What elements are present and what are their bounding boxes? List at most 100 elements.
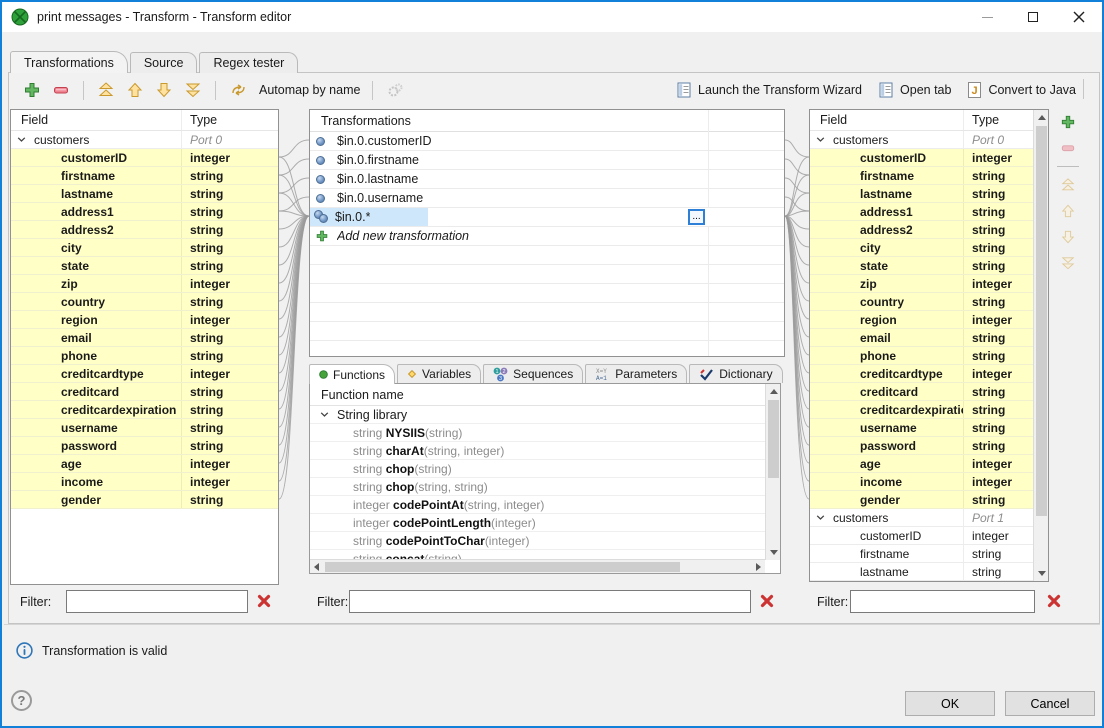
- scroll-down-button[interactable]: [1034, 566, 1049, 581]
- move-up-button[interactable]: [125, 80, 145, 100]
- type-column-header[interactable]: Type: [963, 110, 1034, 130]
- scrollbar-thumb[interactable]: [325, 562, 680, 572]
- field-row[interactable]: countrystring: [810, 293, 1034, 311]
- function-row[interactable]: string chop(string): [310, 460, 765, 478]
- automap-label[interactable]: Automap by name: [259, 83, 360, 97]
- field-row[interactable]: passwordstring: [11, 437, 278, 455]
- field-row[interactable]: lastnamestring: [810, 563, 1034, 581]
- scroll-up-button[interactable]: [1034, 110, 1049, 125]
- remove-field-button[interactable]: [1055, 135, 1081, 161]
- function-row[interactable]: integer codePointLength(integer): [310, 514, 765, 532]
- minimize-button[interactable]: [964, 2, 1010, 32]
- add-transformation-button[interactable]: [22, 80, 42, 100]
- field-column-header[interactable]: Field: [11, 110, 181, 130]
- function-group-row[interactable]: String library: [310, 406, 765, 424]
- field-row[interactable]: customerIDinteger: [810, 527, 1034, 545]
- move-top-button[interactable]: [96, 80, 116, 100]
- scrollbar-thumb[interactable]: [768, 400, 779, 478]
- functions-filter-field[interactable]: [349, 590, 751, 613]
- field-row[interactable]: creditcardexpirationstring: [810, 401, 1034, 419]
- tab-parameters[interactable]: X=Y A=1 Parameters: [585, 364, 687, 383]
- clear-filter-button[interactable]: [758, 592, 776, 610]
- automap-button[interactable]: [228, 80, 248, 100]
- edit-mapping-button[interactable]: ...: [688, 209, 705, 225]
- field-row[interactable]: phonestring: [810, 347, 1034, 365]
- input-filter-field[interactable]: [66, 590, 248, 613]
- field-row[interactable]: statestring: [11, 257, 278, 275]
- tab-source[interactable]: Source: [130, 52, 198, 73]
- field-row[interactable]: usernamestring: [810, 419, 1034, 437]
- maximize-button[interactable]: [1010, 2, 1056, 32]
- help-button[interactable]: ?: [11, 690, 32, 711]
- field-group-row[interactable]: customersPort 0: [11, 131, 278, 149]
- move-field-top-button[interactable]: [1055, 172, 1081, 198]
- field-row[interactable]: genderstring: [810, 491, 1034, 509]
- settings-button[interactable]: [385, 80, 405, 100]
- field-row[interactable]: creditcardstring: [810, 383, 1034, 401]
- tab-sequences[interactable]: 1 2 3 Sequences: [483, 364, 583, 383]
- close-button[interactable]: [1056, 2, 1102, 32]
- field-row[interactable]: creditcardstring: [11, 383, 278, 401]
- field-row[interactable]: incomeinteger: [810, 473, 1034, 491]
- add-new-transformation-row[interactable]: Add new transformation: [310, 227, 784, 246]
- field-row[interactable]: address2string: [11, 221, 278, 239]
- field-row[interactable]: creditcardtypeinteger: [810, 365, 1034, 383]
- field-row[interactable]: countrystring: [11, 293, 278, 311]
- scroll-down-button[interactable]: [766, 545, 781, 560]
- field-row[interactable]: emailstring: [11, 329, 278, 347]
- title-bar[interactable]: print messages - Transform - Transform e…: [2, 2, 1102, 32]
- field-row[interactable]: statestring: [810, 257, 1034, 275]
- tab-dictionary[interactable]: Dictionary: [689, 364, 782, 383]
- open-tab-button[interactable]: Open tab: [879, 82, 951, 98]
- field-group-row[interactable]: customersPort 0: [810, 131, 1034, 149]
- field-row[interactable]: ageinteger: [11, 455, 278, 473]
- scroll-left-button[interactable]: [310, 560, 323, 574]
- field-row[interactable]: zipinteger: [810, 275, 1034, 293]
- clear-filter-button[interactable]: [255, 592, 273, 610]
- field-row[interactable]: customerIDinteger: [810, 149, 1034, 167]
- field-row[interactable]: firstnamestring: [11, 167, 278, 185]
- field-row[interactable]: regioninteger: [810, 311, 1034, 329]
- field-row[interactable]: zipinteger: [11, 275, 278, 293]
- remove-transformation-button[interactable]: [51, 80, 71, 100]
- function-row[interactable]: string charAt(string, integer): [310, 442, 765, 460]
- field-row[interactable]: citystring: [810, 239, 1034, 257]
- add-field-button[interactable]: [1055, 109, 1081, 135]
- clear-filter-button[interactable]: [1045, 592, 1063, 610]
- move-bottom-button[interactable]: [183, 80, 203, 100]
- function-row[interactable]: integer codePointAt(string, integer): [310, 496, 765, 514]
- function-row[interactable]: string NYSIIS(string): [310, 424, 765, 442]
- launch-wizard-button[interactable]: Launch the Transform Wizard: [677, 82, 862, 98]
- function-row[interactable]: string chop(string, string): [310, 478, 765, 496]
- field-row[interactable]: address1string: [11, 203, 278, 221]
- move-down-button[interactable]: [154, 80, 174, 100]
- output-table-scrollbar[interactable]: [1033, 110, 1048, 581]
- field-row[interactable]: genderstring: [11, 491, 278, 509]
- field-row[interactable]: address2string: [810, 221, 1034, 239]
- transformation-row[interactable]: $in.0.lastname: [310, 170, 784, 189]
- field-row[interactable]: creditcardtypeinteger: [11, 365, 278, 383]
- type-column-header[interactable]: Type: [181, 110, 278, 130]
- field-row[interactable]: citystring: [11, 239, 278, 257]
- convert-to-java-button[interactable]: J Convert to Java: [968, 82, 1076, 98]
- transformation-row-selected[interactable]: $in.0.*...: [310, 208, 784, 227]
- field-row[interactable]: ageinteger: [810, 455, 1034, 473]
- field-row[interactable]: lastnamestring: [810, 185, 1034, 203]
- field-row[interactable]: usernamestring: [11, 419, 278, 437]
- field-row[interactable]: phonestring: [11, 347, 278, 365]
- tab-functions[interactable]: Functions: [309, 364, 395, 384]
- tab-variables[interactable]: Variables: [397, 364, 481, 383]
- transformation-row[interactable]: $in.0.firstname: [310, 151, 784, 170]
- tab-regex-tester[interactable]: Regex tester: [199, 52, 298, 73]
- field-column-header[interactable]: Field: [810, 110, 963, 130]
- scrollbar-thumb[interactable]: [1036, 126, 1047, 516]
- transformation-row[interactable]: $in.0.customerID: [310, 132, 784, 151]
- field-group-row[interactable]: customersPort 1: [810, 509, 1034, 527]
- cancel-button[interactable]: Cancel: [1005, 691, 1095, 716]
- ok-button[interactable]: OK: [905, 691, 995, 716]
- move-field-down-button[interactable]: [1055, 224, 1081, 250]
- field-row[interactable]: firstnamestring: [810, 545, 1034, 563]
- scroll-right-button[interactable]: [752, 560, 765, 574]
- scroll-up-button[interactable]: [766, 384, 781, 399]
- field-row[interactable]: incomeinteger: [11, 473, 278, 491]
